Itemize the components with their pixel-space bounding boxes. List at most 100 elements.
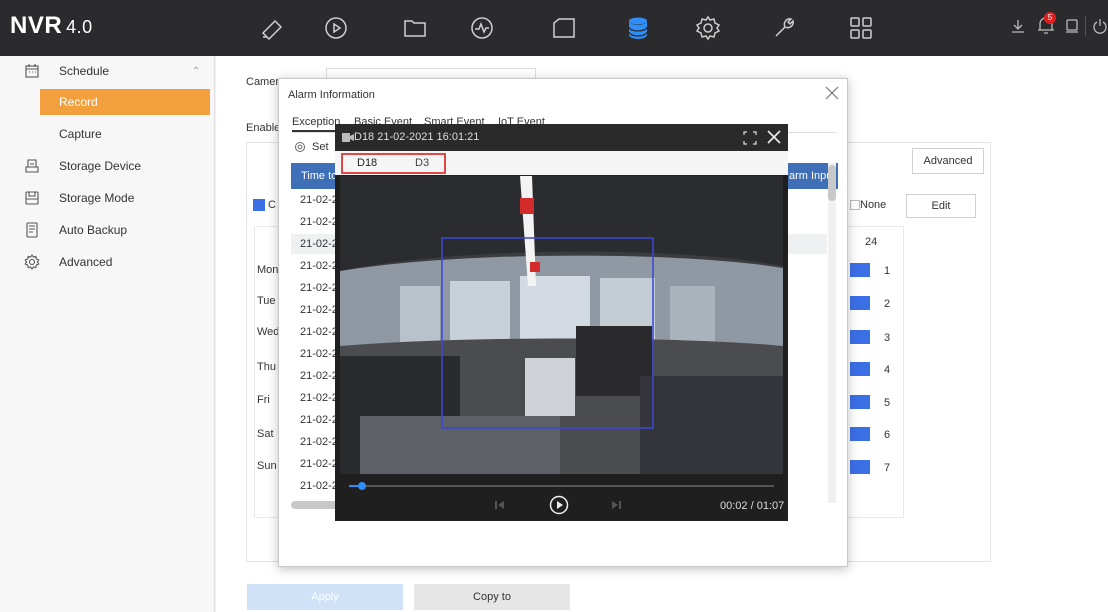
table-row[interactable]: 21-02-2 [300, 480, 338, 492]
sidebar-item-advanced[interactable]: Advanced [0, 249, 215, 275]
playback-icon[interactable] [322, 14, 350, 42]
table-row[interactable]: 21-02-2 [300, 458, 338, 470]
video-title-bar: D18 21-02-2021 16:01:21 [335, 124, 788, 151]
video-title: D18 21-02-2021 16:01:21 [354, 131, 480, 143]
sidebar-item-schedule[interactable]: Schedule ⌃ [0, 58, 215, 84]
none-label: None [860, 199, 887, 211]
user-icon[interactable] [1064, 18, 1080, 37]
sidebar-item-storage-device[interactable]: Storage Device [0, 153, 215, 179]
power-icon[interactable] [1092, 18, 1108, 37]
settings-icon[interactable] [294, 141, 306, 153]
channel-tab-d18[interactable]: D18 [357, 157, 377, 169]
continuous-legend-swatch[interactable] [253, 199, 265, 211]
sidebar-item-storage-mode[interactable]: Storage Mode [0, 185, 215, 211]
day-number: 3 [884, 332, 891, 344]
advanced-button-label: Advanced [923, 155, 973, 167]
table-row[interactable]: 21-02-2 [300, 370, 338, 382]
table-row[interactable]: 21-02-2 [300, 326, 338, 338]
download-icon[interactable] [1010, 18, 1026, 37]
day-number: 2 [884, 298, 891, 310]
sidebar-item-label: Schedule [59, 64, 110, 78]
play-icon[interactable] [549, 495, 569, 515]
progress-track[interactable] [349, 485, 774, 487]
chevron-up-icon: ⌃ [192, 65, 201, 77]
next-icon[interactable] [611, 500, 621, 510]
sidebar-item-label: Capture [59, 127, 102, 141]
none-legend-swatch[interactable] [850, 200, 860, 210]
time-display: 00:02 / 01:07 [720, 500, 785, 512]
col-alarm-input-header: arm Inpu [789, 170, 833, 182]
close-icon[interactable] [767, 130, 781, 144]
sidebar-item-label: Record [59, 95, 98, 109]
copy-to-button[interactable]: Copy to [414, 584, 570, 610]
day-label-mon: Mon [257, 264, 279, 276]
table-row[interactable]: 21-02-2 [300, 348, 338, 360]
schedule-bar-mon[interactable] [850, 263, 870, 277]
camera-label: Camer [246, 76, 280, 88]
apply-button[interactable]: Apply [247, 584, 403, 610]
enable-label: Enable [246, 122, 281, 134]
settings-icon[interactable] [694, 14, 722, 42]
table-row[interactable]: 21-02-2 [300, 282, 338, 294]
sidebar-item-label: Storage Device [59, 159, 142, 173]
day-label-wed: Wed [257, 326, 280, 338]
camera-video-frame[interactable] [340, 176, 783, 474]
camera-icon[interactable] [550, 14, 578, 42]
hour-24-label: 24 [865, 236, 878, 248]
schedule-bar-wed[interactable] [850, 330, 870, 344]
storage-icon[interactable] [624, 14, 652, 42]
app-version: 4.0 [66, 17, 93, 37]
schedule-bar-fri[interactable] [850, 395, 870, 409]
schedule-bar-thu[interactable] [850, 362, 870, 376]
file-icon[interactable] [401, 14, 429, 42]
advanced-button[interactable]: Advanced [912, 148, 984, 174]
divider [1085, 16, 1086, 36]
fullscreen-icon[interactable] [743, 131, 757, 145]
day-number: 1 [884, 265, 891, 277]
backup-icon [26, 222, 38, 238]
apps-icon[interactable] [847, 14, 875, 42]
previous-icon[interactable] [495, 500, 505, 510]
tab-exception[interactable]: Exception [292, 116, 341, 132]
table-row[interactable]: 21-02-2 [300, 304, 338, 316]
table-row[interactable]: 21-02-2 [300, 392, 338, 404]
live-view-icon[interactable] [258, 14, 286, 42]
table-row[interactable]: 21-02-2 [300, 414, 338, 426]
table-row[interactable]: 21-02-2 [300, 194, 338, 206]
day-label-sat: Sat [257, 428, 274, 440]
table-row[interactable]: 21-02-2 [300, 436, 338, 448]
sidebar-item-auto-backup[interactable]: Auto Backup [0, 217, 215, 243]
edit-button[interactable]: Edit [906, 194, 976, 218]
alarm-icon[interactable]: 5 [1036, 12, 1056, 39]
day-number: 5 [884, 397, 891, 409]
app-logo: NVR 4.0 [10, 12, 93, 40]
playback-controls: 00:02 / 01:07 [335, 474, 788, 521]
day-label-fri: Fri [257, 394, 270, 406]
schedule-bar-sun[interactable] [850, 460, 870, 474]
vertical-scrollbar-thumb[interactable] [828, 165, 836, 201]
close-icon[interactable] [825, 86, 839, 100]
storage-device-icon [25, 159, 39, 173]
sidebar: Schedule ⌃ Record Capture Storage Device… [0, 56, 215, 612]
app-title: NVR [10, 12, 63, 39]
smart-analysis-icon[interactable] [468, 14, 496, 42]
set-label[interactable]: Set [312, 141, 329, 153]
video-camera-icon [342, 133, 354, 142]
sidebar-item-capture[interactable]: Capture [0, 121, 215, 147]
progress-knob[interactable] [357, 482, 366, 490]
copy-to-button-label: Copy to [473, 591, 511, 603]
vertical-scrollbar[interactable] [828, 163, 836, 503]
schedule-bar-tue[interactable] [850, 296, 870, 310]
channel-tab-strip: D18 D3 [335, 151, 788, 175]
table-row[interactable]: 21-02-2 [300, 238, 338, 250]
alarm-count-badge: 5 [1044, 12, 1056, 24]
sidebar-item-label: Storage Mode [59, 191, 135, 205]
schedule-bar-sat[interactable] [850, 427, 870, 441]
table-row[interactable]: 21-02-2 [300, 260, 338, 272]
video-preview-popup: D18 21-02-2021 16:01:21 D18 D3 00:02 / 0… [335, 124, 788, 521]
channel-tab-d3[interactable]: D3 [415, 157, 429, 169]
sidebar-item-record[interactable]: Record [40, 89, 210, 115]
maintenance-icon[interactable] [770, 14, 798, 42]
day-number: 7 [884, 462, 891, 474]
table-row[interactable]: 21-02-2 [300, 216, 338, 228]
